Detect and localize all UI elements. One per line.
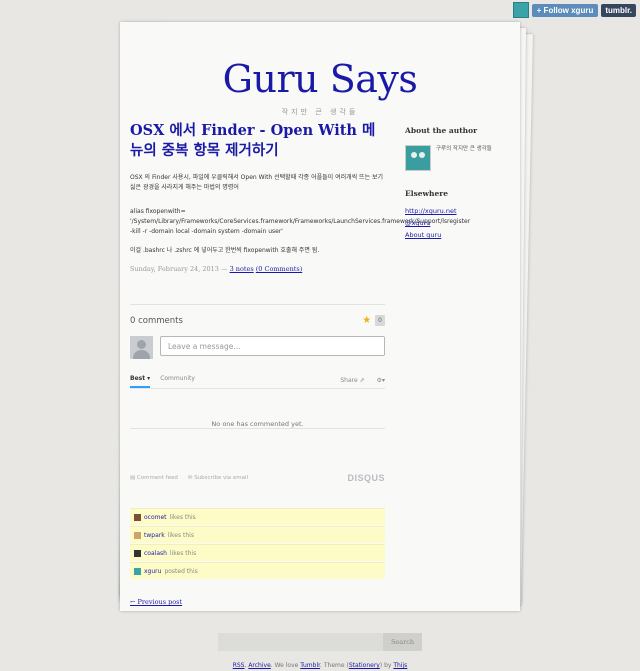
code-line: -kill -r -domain local -domain system -d…	[130, 228, 283, 235]
subscribe-link[interactable]: ✉ Subscribe via email	[188, 475, 248, 481]
sidebar: About the author 구루의 작지만 큰 생각들 Elsewhere…	[405, 126, 510, 239]
comment-count: 0 comments	[130, 315, 183, 326]
note-user-link[interactable]: ocomet	[144, 514, 167, 521]
divider	[130, 304, 385, 305]
archive-link[interactable]: Archive	[248, 662, 270, 669]
note-action: posted this	[164, 567, 198, 575]
tumblr-link[interactable]: Tumblr	[300, 662, 320, 669]
notes-list: ocomet likes this twpark likes this coal…	[130, 508, 385, 580]
sidebar-link-twitter[interactable]: @xguru	[405, 219, 510, 227]
note-item: xguru posted this	[130, 562, 385, 579]
author-avatar-icon[interactable]	[405, 145, 431, 171]
settings-gear-icon[interactable]: ⚙▾	[377, 377, 385, 384]
blog-subtitle: 작지만 큰 생각들	[281, 108, 359, 116]
note-action: likes this	[167, 531, 194, 539]
tumblr-controls: + Follow xguru tumblr.	[512, 2, 636, 18]
tab-best[interactable]: Best ▾	[130, 372, 151, 388]
note-user-link[interactable]: coalash	[144, 550, 167, 557]
note-item: coalash likes this	[130, 544, 385, 561]
previous-post-link[interactable]: ← Previous post	[130, 598, 182, 606]
empty-comments-text: No one has commented yet.	[211, 420, 304, 428]
post-code: alias fixopenwith= '/System/Library/Fram…	[130, 207, 471, 237]
footer-text: ) by	[379, 662, 394, 669]
sidebar-link-website[interactable]: http://xguru.net	[405, 207, 510, 215]
note-user-link[interactable]: twpark	[144, 532, 165, 539]
rss-icon: ▤	[130, 475, 137, 481]
disqus-tabs: Best ▾ Community Share ⇗ ⚙▾	[130, 372, 385, 389]
rss-link[interactable]: RSS	[233, 662, 245, 669]
comment-feed-link[interactable]: ▤ Comment feed	[130, 475, 178, 481]
page-sheet: Guru Says 작지만 큰 생각들 OSX 에서 Finder - Open…	[120, 22, 520, 611]
theme-author-link[interactable]: Thijs	[393, 662, 407, 669]
disqus-logo[interactable]: DISQUS	[347, 473, 385, 483]
subscribe-label: Subscribe via email	[194, 475, 249, 481]
theme-link[interactable]: Stationery	[349, 662, 380, 669]
note-action: likes this	[169, 513, 196, 521]
tab-community[interactable]: Community	[160, 372, 195, 388]
blog-title[interactable]: Guru Says	[120, 57, 520, 101]
post: OSX 에서 Finder - Open With 메뉴의 중복 항목 제거하기…	[130, 121, 471, 273]
footer-text: . We love	[270, 662, 301, 669]
author-description: 구루의 작지만 큰 생각들	[436, 146, 492, 152]
comment-input[interactable]: Leave a message...	[160, 336, 385, 356]
divider	[130, 428, 385, 429]
follow-button[interactable]: + Follow xguru	[531, 3, 599, 17]
author-block: 구루의 작지만 큰 생각들	[405, 145, 510, 171]
comment-composer: Leave a message...	[130, 336, 385, 359]
tumblr-dashboard-button[interactable]: tumblr.	[601, 3, 636, 17]
elsewhere-heading: Elsewhere	[405, 189, 448, 198]
comments-link[interactable]: (0 Comments)	[256, 265, 302, 273]
disqus-footer: ▤ Comment feed ✉ Subscribe via email DIS…	[130, 473, 385, 483]
search-form: Search	[218, 633, 422, 651]
search-input[interactable]	[218, 633, 383, 651]
footer: RSS, Archive. We love Tumblr. Theme (Sta…	[0, 662, 640, 669]
footer-text: . Theme (	[320, 662, 349, 669]
note-avatar-icon[interactable]	[134, 567, 141, 575]
star-icon: ★	[362, 314, 372, 326]
post-meta: Sunday, February 24, 2013 — 3 notes (0 C…	[130, 265, 385, 273]
code-line: alias fixopenwith=	[130, 208, 186, 215]
sidebar-link-about[interactable]: About guru	[405, 231, 510, 239]
post-title[interactable]: OSX 에서 Finder - Open With 메뉴의 중복 항목 제거하기	[130, 121, 385, 161]
user-avatar-icon	[130, 336, 153, 359]
note-action: likes this	[169, 549, 197, 557]
note-item: ocomet likes this	[130, 508, 385, 525]
post-note: 이걸 .bashrc 나 .zshrc 에 넣어두고 한번씩 fixopenwi…	[130, 247, 320, 254]
recommend-button[interactable]: ★ 0	[362, 315, 385, 326]
recommend-count: 0	[375, 315, 385, 326]
note-item: twpark likes this	[130, 526, 385, 543]
post-description: OSX 의 Finder 사용시, 파일에 우클릭해서 Open With 선택…	[130, 174, 384, 191]
code-line: '/System/Library/Frameworks/CoreServices…	[130, 218, 471, 225]
about-heading: About the author	[405, 126, 478, 135]
note-avatar-icon[interactable]	[134, 513, 141, 521]
post-date: Sunday, February 24, 2013 —	[130, 265, 228, 273]
disqus-header: 0 comments ★ 0	[130, 315, 385, 326]
note-user-link[interactable]: xguru	[144, 568, 161, 575]
note-avatar-icon[interactable]	[134, 531, 141, 539]
share-button[interactable]: Share ⇗	[340, 377, 364, 384]
notes-link[interactable]: 3 notes	[230, 265, 254, 273]
comment-feed-label: Comment feed	[136, 475, 178, 481]
note-avatar-icon[interactable]	[134, 549, 141, 557]
blog-avatar-icon[interactable]	[512, 2, 529, 18]
search-button[interactable]: Search	[383, 633, 422, 651]
disqus-thread: 0 comments ★ 0 Leave a message... Best ▾…	[130, 304, 385, 483]
